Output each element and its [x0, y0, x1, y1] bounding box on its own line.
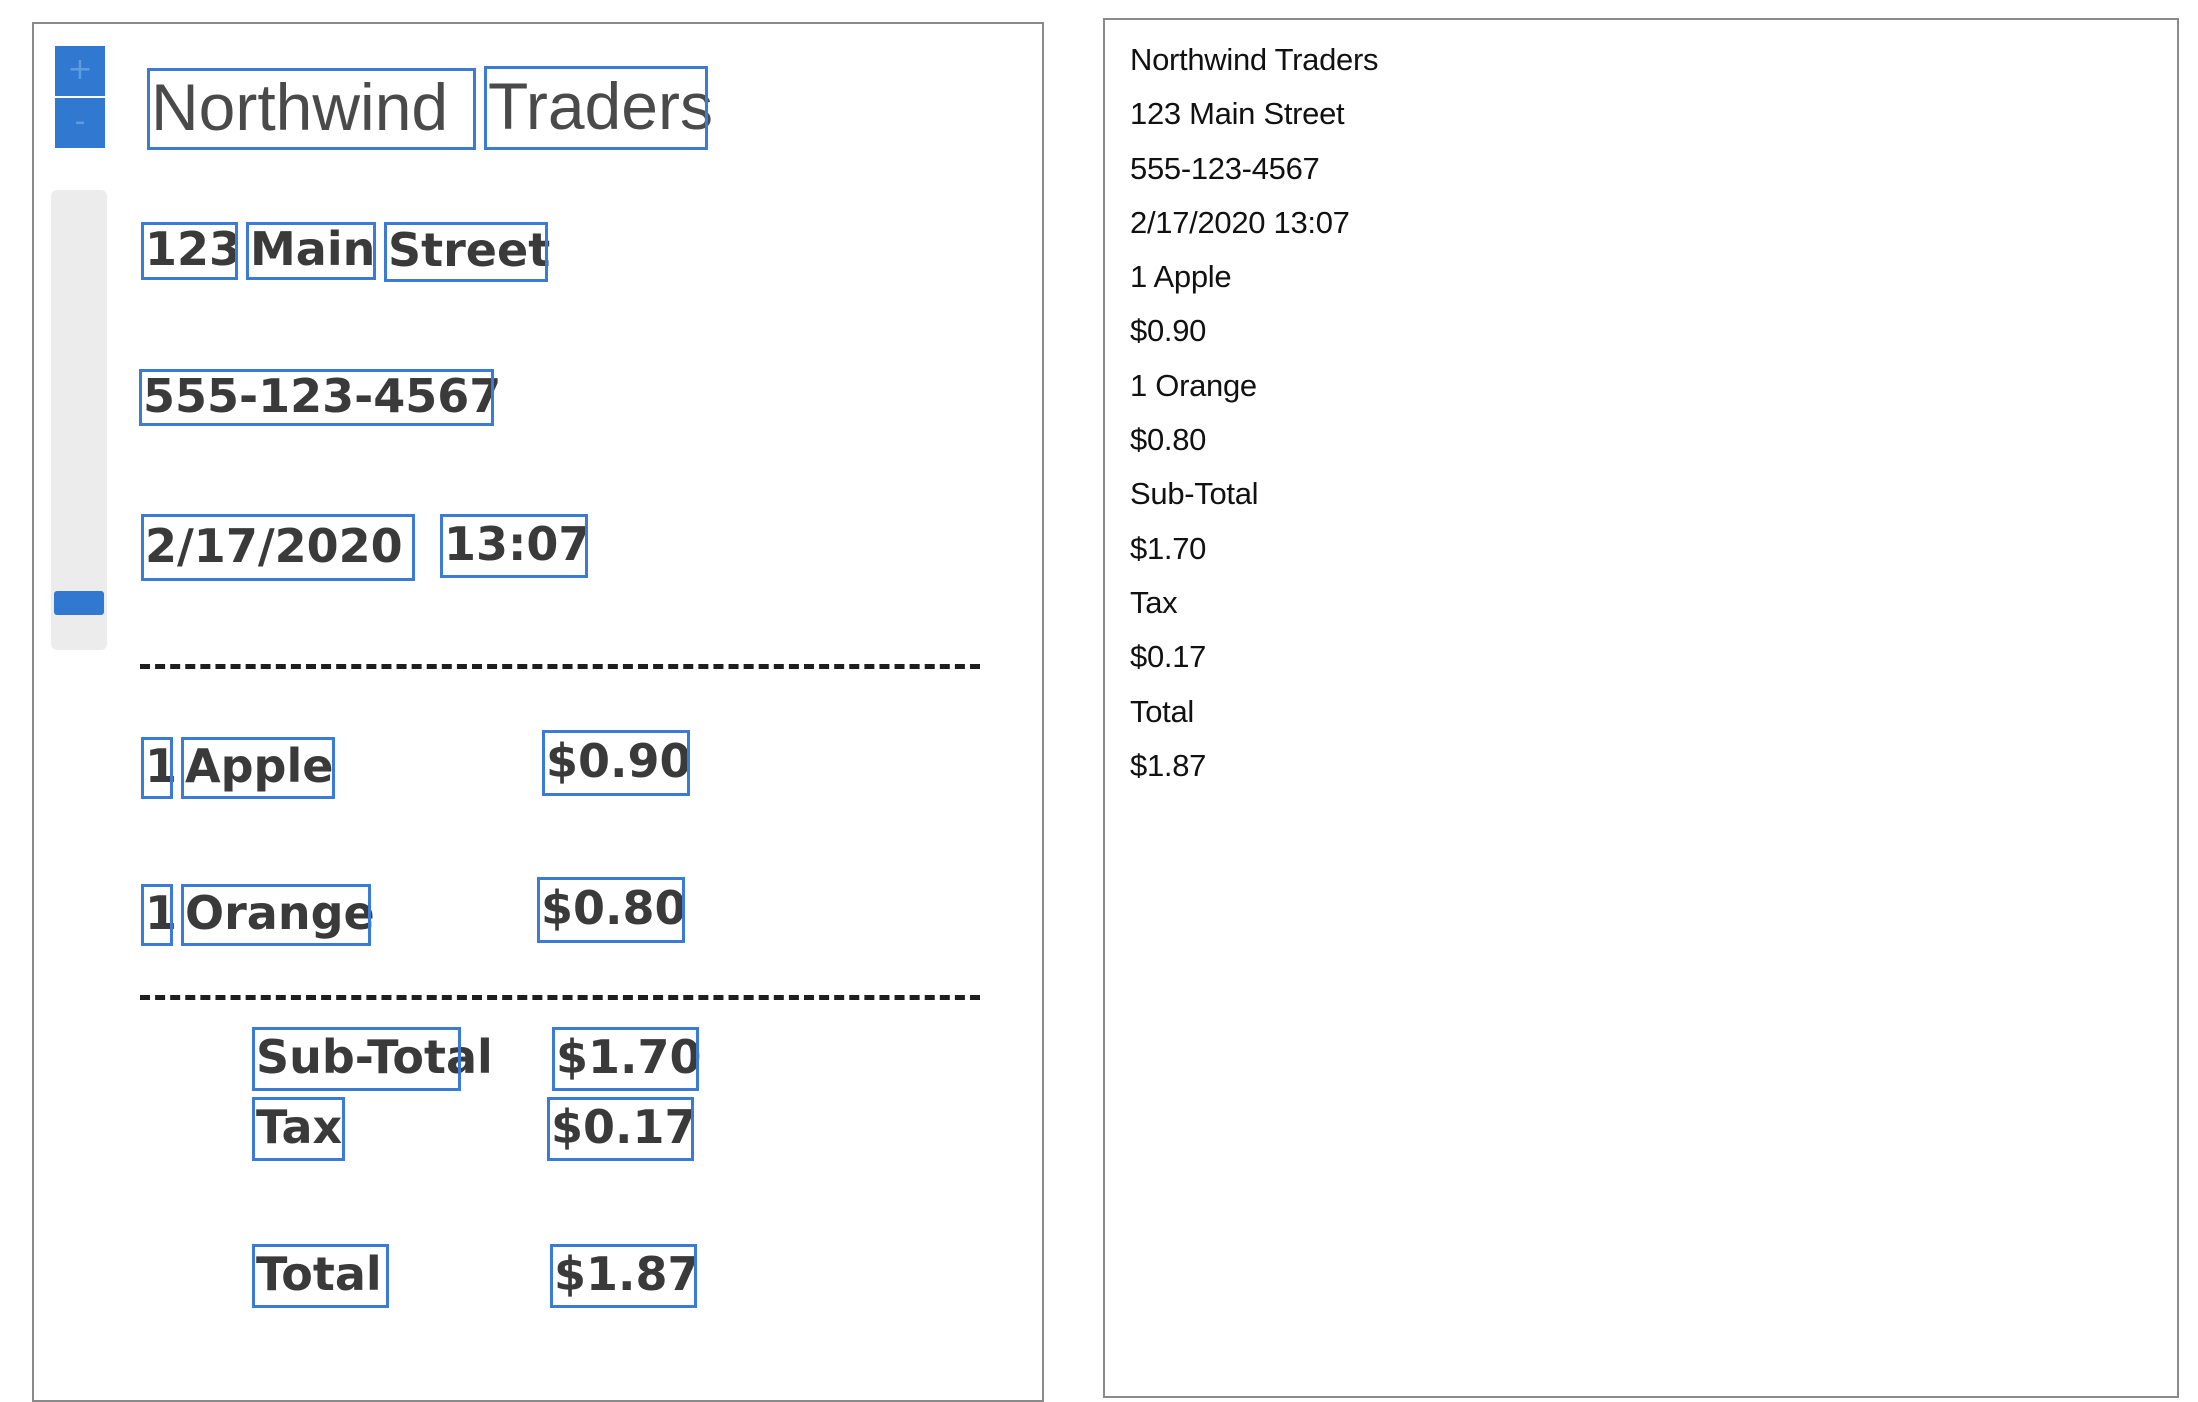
extracted-text-line: Northwind Traders: [1130, 42, 1379, 77]
extracted-text-line: Sub-Total: [1130, 476, 1259, 512]
extracted-text-line: 1 Apple: [1130, 259, 1232, 295]
receipt-divider: [140, 664, 980, 669]
extracted-text-line: 2/17/2020 13:07: [1130, 204, 1350, 240]
word-bounding-box[interactable]: [181, 737, 335, 799]
extracted-text-line: 1 Orange: [1130, 367, 1257, 403]
extracted-text-line: $1.87: [1130, 747, 1207, 783]
receipt-image-viewer: + - Northwind Traders 123 Main Street 555-123…: [32, 22, 1044, 1402]
word-bounding-box[interactable]: [484, 66, 708, 150]
word-bounding-box[interactable]: [139, 369, 494, 426]
extracted-text-line: Tax: [1130, 584, 1178, 620]
word-bounding-box[interactable]: [552, 1027, 699, 1091]
word-bounding-box[interactable]: [147, 68, 476, 150]
receipt-image: Northwind Traders 123 Main Street 555-123-456…: [34, 24, 1042, 1400]
receipt-divider: [140, 995, 980, 1000]
word-bounding-box[interactable]: [547, 1097, 694, 1161]
word-bounding-box[interactable]: [537, 877, 685, 943]
extracted-text-line: $0.80: [1130, 422, 1207, 458]
extracted-text-list: Northwind Traders 123 Main Street 555-123-…: [1105, 20, 2177, 802]
extracted-text-line: Total: [1130, 693, 1194, 729]
extracted-text-line: $0.17: [1130, 639, 1207, 675]
extracted-text-panel: Northwind Traders 123 Main Street 555-123-…: [1103, 18, 2179, 1398]
word-bounding-box[interactable]: [141, 222, 238, 280]
word-bounding-box[interactable]: [440, 514, 588, 578]
word-bounding-box[interactable]: [141, 884, 173, 946]
word-bounding-box[interactable]: [550, 1244, 697, 1308]
word-bounding-box[interactable]: [252, 1244, 389, 1308]
word-bounding-box[interactable]: [141, 514, 415, 581]
extracted-text-line: 123 Main Street: [1130, 96, 1345, 132]
extracted-text-line: $0.90: [1130, 313, 1207, 349]
extracted-text-line: 555-123-4567: [1130, 150, 1320, 186]
word-bounding-box[interactable]: [542, 730, 690, 796]
word-bounding-box[interactable]: [384, 222, 548, 282]
word-bounding-box[interactable]: [252, 1097, 345, 1161]
word-bounding-box[interactable]: [141, 737, 173, 799]
word-bounding-box[interactable]: [181, 884, 371, 946]
word-bounding-box[interactable]: [246, 222, 376, 280]
word-bounding-box[interactable]: [252, 1027, 461, 1091]
extracted-text-line: $1.70: [1130, 530, 1207, 566]
